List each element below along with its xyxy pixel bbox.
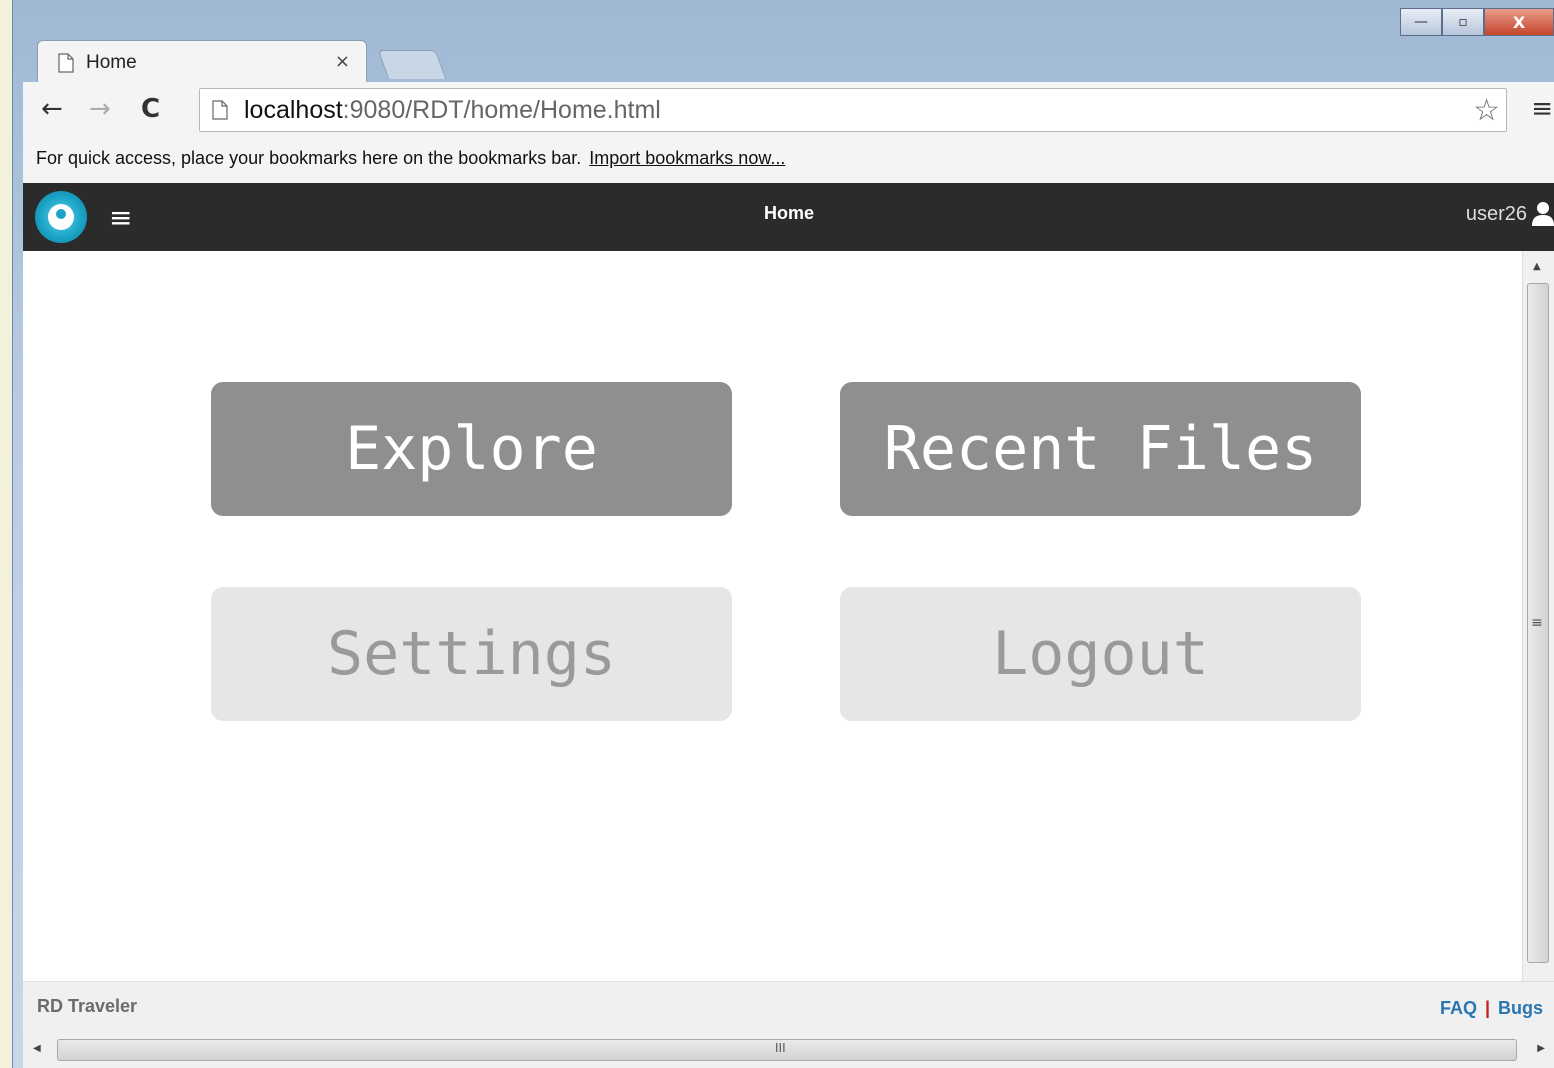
- page-icon: [212, 100, 228, 120]
- user-icon[interactable]: [1531, 201, 1554, 227]
- recent-files-button[interactable]: Recent Files: [840, 382, 1361, 516]
- scroll-right-arrow-icon[interactable]: ▶: [1537, 1043, 1545, 1054]
- home-content: Explore Recent Files Settings Logout: [23, 251, 1523, 981]
- scroll-grip-icon: III: [775, 1041, 786, 1055]
- horizontal-scroll-thumb[interactable]: [57, 1039, 1517, 1061]
- new-tab-button[interactable]: [377, 50, 447, 79]
- bookmarks-bar: For quick access, place your bookmarks h…: [23, 144, 1554, 183]
- app-header: ≡ Home user26: [23, 183, 1554, 251]
- username[interactable]: user26: [1466, 203, 1527, 226]
- title-bar: — ▫ X Home ×: [13, 0, 1554, 84]
- close-window-button[interactable]: X: [1484, 8, 1554, 36]
- bookmarks-text: For quick access, place your bookmarks h…: [36, 148, 582, 168]
- browser-toolbar: ← → C localhost:9080/RDT/home/Home.html …: [23, 82, 1554, 144]
- url-text: localhost:9080/RDT/home/Home.html: [244, 96, 661, 125]
- window-controls: — ▫ X: [1400, 8, 1554, 36]
- page-title: Home: [763, 203, 814, 223]
- bugs-link[interactable]: Bugs: [1498, 998, 1543, 1018]
- explore-button[interactable]: Explore: [211, 382, 732, 516]
- address-bar[interactable]: localhost:9080/RDT/home/Home.html ☆: [199, 88, 1507, 132]
- page-icon: [58, 52, 74, 73]
- page-viewport: ≡ Home user26 Explore Recent Files Setti…: [23, 183, 1554, 1068]
- browser-window: — ▫ X Home × ← → C localhost:9080/RDT/ho…: [12, 0, 1554, 1068]
- footer-brand: RD Traveler: [37, 996, 138, 1016]
- reload-icon[interactable]: C: [141, 94, 160, 124]
- faq-link[interactable]: FAQ: [1440, 998, 1477, 1018]
- footer-links: FAQ | Bugs: [1440, 998, 1543, 1019]
- bookmarks-hint: For quick access, place your bookmarks h…: [36, 148, 785, 169]
- vertical-scrollbar[interactable]: ▲ ≡: [1522, 251, 1554, 981]
- footer-separator: |: [1484, 998, 1490, 1018]
- back-arrow-icon[interactable]: ←: [41, 94, 63, 124]
- minimize-button[interactable]: —: [1400, 8, 1442, 36]
- tab-close-icon[interactable]: ×: [335, 51, 350, 72]
- logout-button[interactable]: Logout: [840, 587, 1361, 721]
- scroll-up-arrow-icon[interactable]: ▲: [1533, 261, 1541, 272]
- scroll-left-arrow-icon[interactable]: ◀: [33, 1043, 41, 1054]
- url-path: :9080/RDT/home/Home.html: [342, 96, 661, 124]
- scroll-grip-icon: ≡: [1531, 615, 1543, 631]
- menu-icon[interactable]: ≡: [1531, 94, 1553, 124]
- star-icon[interactable]: ☆: [1473, 93, 1500, 128]
- app-footer: RD Traveler FAQ | Bugs: [23, 981, 1554, 1034]
- import-bookmarks-link[interactable]: Import bookmarks now...: [589, 148, 785, 168]
- tab-title: Home: [86, 51, 137, 73]
- url-host: localhost: [244, 96, 343, 124]
- browser-tab[interactable]: Home ×: [37, 40, 367, 84]
- forward-arrow-icon[interactable]: →: [89, 94, 111, 124]
- horizontal-scrollbar[interactable]: ◀ III ▶: [23, 1033, 1554, 1068]
- restore-button[interactable]: ▫: [1442, 8, 1484, 36]
- settings-button[interactable]: Settings: [211, 587, 732, 721]
